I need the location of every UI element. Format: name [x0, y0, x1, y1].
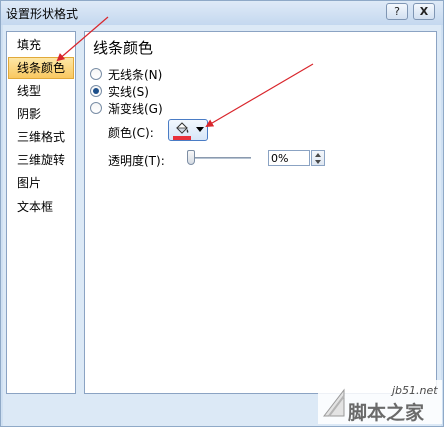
watermark-name: 脚本之家 [348, 402, 425, 424]
gradient-line-radio[interactable] [90, 102, 102, 114]
gradient-line-label: 渐变线(G) [108, 101, 163, 116]
sidebar-item-3d-format[interactable]: 三维格式 [8, 126, 74, 148]
line-color-swatch [173, 136, 191, 140]
spin-up-icon[interactable] [315, 153, 321, 157]
no-line-radio[interactable] [90, 68, 102, 80]
watermark: jb51.net 脚本之家 [318, 380, 442, 424]
help-button[interactable]: ? [386, 3, 408, 20]
option-no-line[interactable]: 无线条(N) [90, 66, 162, 82]
category-list: 填充 线条颜色 线型 阴影 三维格式 三维旋转 图片 文本框 [6, 31, 76, 394]
sidebar-item-3d-rotation[interactable]: 三维旋转 [8, 149, 74, 171]
sidebar-item-line-color[interactable]: 线条颜色 [8, 57, 74, 79]
sidebar-item-text-box[interactable]: 文本框 [8, 196, 74, 218]
format-shape-dialog: 设置形状格式 ? X 填充 线条颜色 线型 阴影 三维格式 三维旋转 图片 文本… [0, 0, 444, 427]
transparency-label: 透明度(T): [108, 154, 165, 168]
solid-line-label: 实线(S) [108, 84, 149, 99]
solid-line-radio[interactable] [90, 85, 102, 97]
sidebar-item-line-style[interactable]: 线型 [8, 80, 74, 102]
color-label: 颜色(C): [108, 126, 154, 140]
line-color-picker-button[interactable] [168, 119, 208, 141]
no-line-label: 无线条(N) [108, 67, 163, 82]
spin-down-icon[interactable] [315, 160, 321, 164]
watermark-site: jb51.net [392, 384, 438, 397]
jb51-logo-icon [322, 388, 345, 417]
dialog-title: 设置形状格式 [6, 7, 79, 21]
section-title: 线条颜色 [93, 39, 154, 57]
sidebar-item-shadow[interactable]: 阴影 [8, 103, 74, 125]
transparency-spinner[interactable] [311, 150, 325, 166]
title-bar: 设置形状格式 ? X [1, 1, 443, 25]
transparency-input[interactable] [268, 150, 310, 166]
sidebar-item-fill[interactable]: 填充 [8, 34, 74, 56]
line-color-panel: 线条颜色 无线条(N) 实线(S) 渐变线(G) 颜色(C): 透明度(T): [84, 31, 437, 394]
transparency-slider-track[interactable] [191, 157, 251, 159]
close-button[interactable]: X [413, 3, 435, 20]
sidebar-item-picture[interactable]: 图片 [8, 172, 74, 194]
chevron-down-icon [196, 127, 204, 132]
option-gradient-line[interactable]: 渐变线(G) [90, 100, 163, 116]
option-solid-line[interactable]: 实线(S) [90, 83, 149, 99]
paint-bucket-icon [176, 122, 189, 134]
transparency-slider-thumb[interactable] [187, 150, 195, 165]
